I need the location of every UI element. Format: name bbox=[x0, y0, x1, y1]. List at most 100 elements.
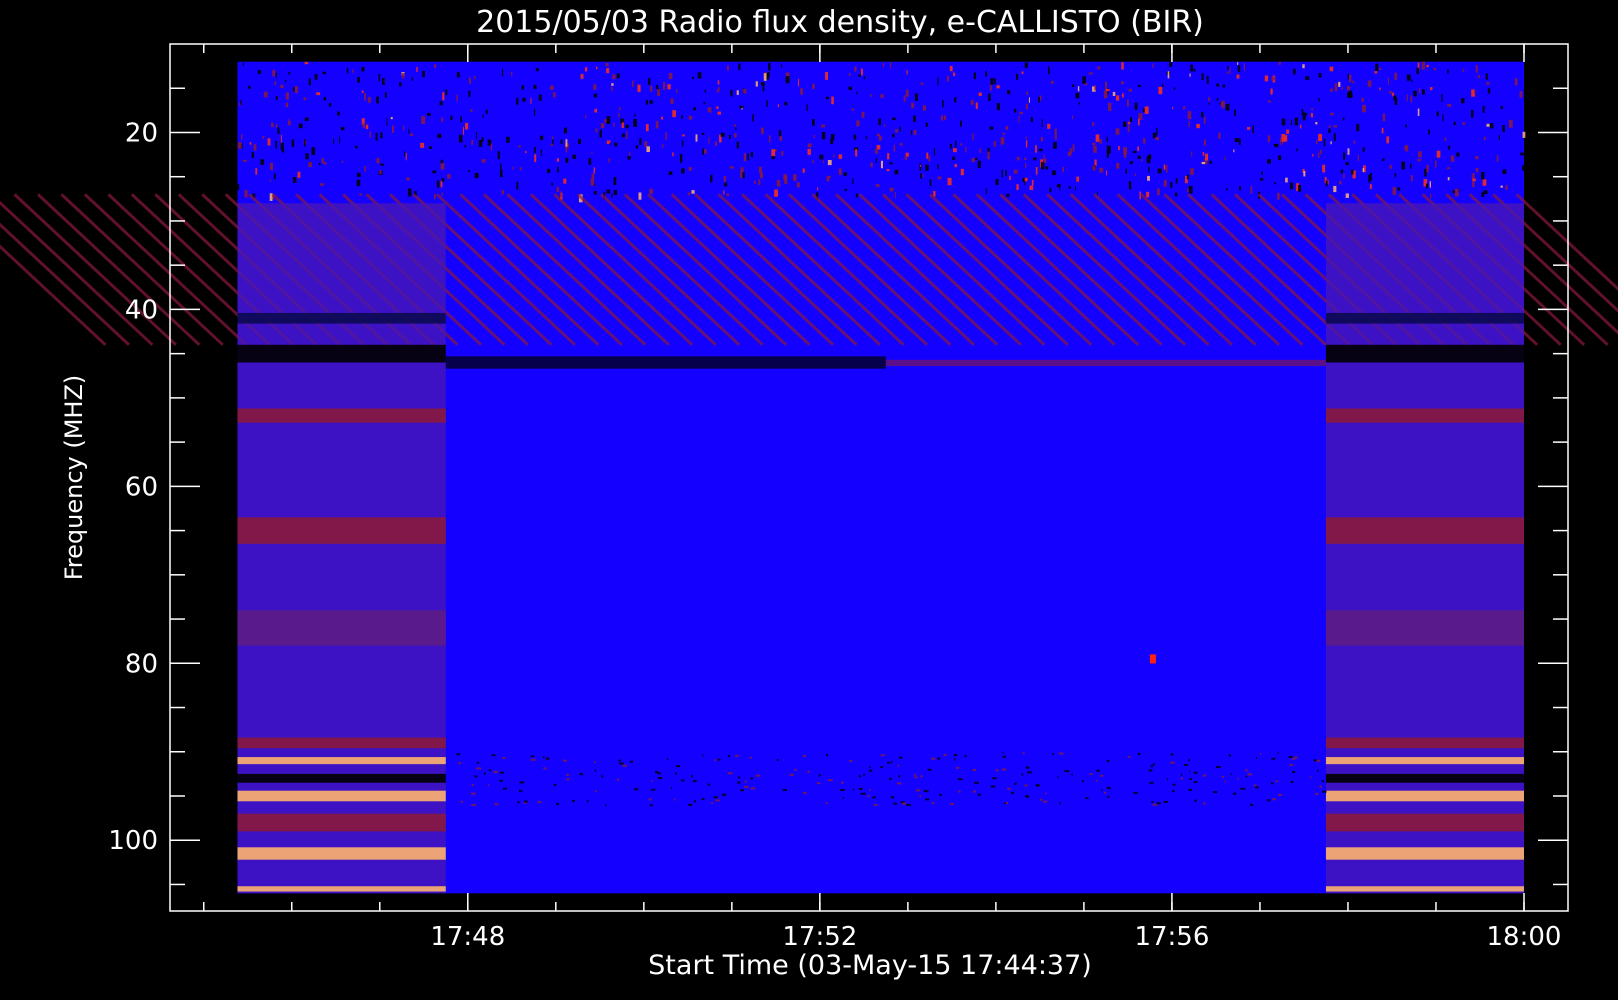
observation-noise-mark bbox=[1202, 802, 1206, 805]
calibration-band bbox=[1325, 773, 1524, 783]
rfi-noise-mark bbox=[783, 174, 788, 180]
rfi-noise-mark bbox=[1209, 160, 1212, 164]
rfi-noise-mark bbox=[292, 177, 297, 183]
observation-noise-mark bbox=[594, 769, 597, 772]
rfi-noise-mark bbox=[657, 89, 661, 96]
rfi-noise-mark bbox=[240, 134, 243, 140]
rfi-noise-mark bbox=[1078, 102, 1081, 105]
rfi-noise-mark bbox=[1190, 64, 1194, 72]
rfi-noise-mark bbox=[914, 93, 918, 101]
rfi-noise-mark bbox=[1224, 156, 1226, 160]
rfi-noise-mark bbox=[779, 136, 783, 141]
rfi-noise-mark bbox=[1522, 165, 1526, 171]
calibration-band bbox=[237, 408, 446, 423]
observation-noise-mark bbox=[937, 757, 941, 760]
observation-noise-mark bbox=[880, 766, 884, 769]
observation-noise-mark bbox=[827, 779, 833, 782]
observation-noise-mark bbox=[890, 796, 895, 799]
rfi-noise-mark bbox=[1442, 113, 1444, 121]
rfi-noise-mark bbox=[1514, 78, 1518, 86]
rfi-noise-mark bbox=[1474, 88, 1476, 95]
observation-noise-mark bbox=[1266, 799, 1271, 802]
rfi-noise-mark bbox=[663, 82, 666, 90]
observation-noise-mark bbox=[889, 777, 892, 780]
observation-noise-mark bbox=[1005, 801, 1009, 804]
rfi-noise-mark bbox=[1013, 169, 1018, 174]
observation-noise-mark bbox=[1133, 791, 1138, 794]
rfi-noise-mark bbox=[305, 153, 309, 160]
rfi-noise-mark bbox=[920, 82, 924, 85]
observation-noise-mark bbox=[840, 788, 845, 791]
rfi-noise-mark bbox=[743, 153, 747, 162]
calibration-band bbox=[1325, 886, 1524, 892]
rfi-noise-mark bbox=[379, 170, 382, 175]
rfi-noise-mark bbox=[482, 114, 484, 119]
rfi-noise-mark bbox=[1410, 175, 1413, 182]
rfi-noise-mark bbox=[807, 143, 812, 148]
rfi-noise-mark bbox=[585, 114, 587, 119]
observation-noise-mark bbox=[891, 760, 893, 763]
observation-noise-mark bbox=[896, 782, 902, 785]
observation-noise-mark bbox=[491, 754, 496, 757]
calibration-band bbox=[237, 757, 446, 765]
calibration-band bbox=[237, 886, 446, 892]
rfi-noise-mark bbox=[819, 154, 824, 160]
rfi-noise-mark bbox=[1310, 112, 1313, 118]
rfi-noise-mark bbox=[1489, 123, 1494, 129]
rfi-noise-mark bbox=[1137, 155, 1141, 159]
rfi-noise-mark bbox=[668, 72, 673, 80]
rfi-noise-mark bbox=[303, 97, 307, 101]
rfi-noise-mark bbox=[304, 61, 309, 65]
calibration-band bbox=[1325, 790, 1524, 802]
calibration-segment bbox=[1325, 203, 1524, 894]
observation-noise-mark bbox=[1001, 768, 1007, 771]
rfi-noise-mark bbox=[456, 72, 460, 78]
rfi-noise-mark bbox=[910, 130, 913, 135]
rfi-noise-mark bbox=[269, 179, 271, 182]
rfi-noise-mark bbox=[599, 129, 602, 138]
observation-noise-mark bbox=[519, 789, 523, 792]
rfi-noise-mark bbox=[925, 164, 929, 171]
rfi-noise-mark bbox=[833, 154, 835, 158]
rfi-noise-mark bbox=[1025, 140, 1028, 148]
rfi-noise-mark bbox=[704, 89, 707, 93]
rfi-noise-mark bbox=[1082, 76, 1086, 84]
rfi-noise-mark bbox=[378, 73, 381, 82]
rfi-noise-mark bbox=[411, 77, 413, 81]
rfi-noise-mark bbox=[774, 189, 779, 197]
rfi-noise-mark bbox=[551, 136, 554, 140]
rfi-noise-mark bbox=[337, 111, 340, 116]
rfi-noise-mark bbox=[1028, 97, 1030, 103]
rfi-noise-mark bbox=[875, 148, 879, 154]
spectrogram-chart: 2015/05/03 Radio flux density, e-CALLIST… bbox=[0, 0, 1618, 1000]
rfi-noise-mark bbox=[1523, 193, 1527, 200]
rfi-noise-mark bbox=[729, 166, 734, 169]
rfi-noise-mark bbox=[1405, 145, 1409, 152]
rfi-noise-mark bbox=[933, 148, 936, 156]
rfi-noise-mark bbox=[1362, 104, 1366, 113]
observation-noise-mark bbox=[1180, 777, 1183, 780]
rfi-noise-mark bbox=[875, 184, 880, 187]
rfi-noise-mark bbox=[634, 113, 636, 117]
rfi-noise-mark bbox=[1450, 155, 1455, 162]
rfi-noise-mark bbox=[892, 117, 896, 120]
rfi-noise-mark bbox=[1157, 168, 1162, 174]
rfi-noise-mark bbox=[1470, 109, 1474, 118]
observation-noise-mark bbox=[1322, 790, 1327, 793]
rfi-noise-mark bbox=[1161, 83, 1164, 88]
rfi-noise-mark bbox=[1220, 102, 1223, 107]
rfi-noise-mark bbox=[341, 160, 344, 163]
rfi-noise-mark bbox=[364, 165, 366, 172]
rfi-noise-mark bbox=[887, 153, 890, 160]
rfi-noise-mark bbox=[1522, 131, 1526, 138]
rfi-noise-mark bbox=[1005, 170, 1007, 177]
rfi-noise-mark bbox=[1076, 176, 1080, 182]
rfi-noise-mark bbox=[516, 181, 519, 190]
rfi-noise-mark bbox=[1016, 184, 1019, 191]
observation-noise-mark bbox=[483, 772, 486, 775]
observation-noise-mark bbox=[1149, 781, 1154, 784]
rfi-noise-mark bbox=[269, 162, 274, 171]
observation-noise-mark bbox=[1137, 752, 1141, 755]
rfi-noise-mark bbox=[1330, 88, 1334, 92]
observation-noise-mark bbox=[957, 778, 963, 781]
